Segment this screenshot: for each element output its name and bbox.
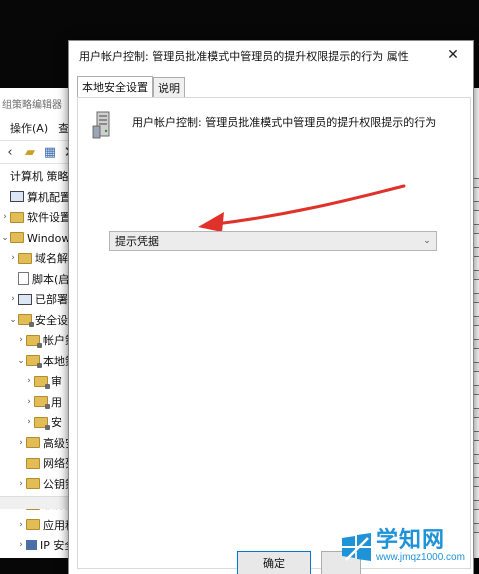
- tree-item[interactable]: › 高级安: [16, 433, 76, 453]
- watermark-url: www.jmqz1000.com: [376, 552, 465, 563]
- server-policy-icon: [92, 111, 110, 139]
- chevron-right-icon[interactable]: ›: [24, 397, 34, 407]
- folder-icon: [10, 232, 24, 243]
- tree-item[interactable]: › 用: [24, 392, 62, 412]
- tree-item[interactable]: ⌄ 本地策: [16, 351, 76, 371]
- folder-icon: [10, 211, 24, 223]
- folder-icon: [26, 519, 40, 530]
- red-arrow-annotation: [198, 184, 406, 232]
- chevron-right-icon[interactable]: ›: [16, 438, 26, 448]
- dialog-title: 用户帐户控制: 管理员批准模式中管理员的提升权限提示的行为 属性: [79, 50, 409, 63]
- tree-item[interactable]: › 帐户策: [16, 330, 76, 350]
- lock-icon: [18, 314, 34, 327]
- tree-item[interactable]: ›高级审: [16, 556, 76, 557]
- folder-up-icon[interactable]: ▰: [22, 144, 38, 160]
- dropdown-selected-value: 提示凭据: [115, 235, 159, 248]
- chevron-down-icon: ⌄: [423, 236, 431, 246]
- tree-item[interactable]: 算机配置: [0, 187, 71, 207]
- chevron-right-icon[interactable]: ›: [24, 417, 34, 427]
- lock-icon: [26, 355, 42, 368]
- pc-icon: [10, 191, 24, 202]
- chevron-right-icon[interactable]: ›: [24, 376, 34, 386]
- lock-icon: [34, 375, 50, 389]
- tree-item[interactable]: › 应用程: [16, 515, 76, 535]
- watermark-name: 学知网: [376, 528, 446, 553]
- ok-button[interactable]: 确定: [237, 551, 311, 574]
- pc-icon: [18, 293, 32, 305]
- tree-item-label: 安: [51, 416, 62, 429]
- elevation-prompt-dropdown[interactable]: 提示凭据 ⌄: [109, 231, 437, 251]
- chevron-right-icon[interactable]: ›: [16, 540, 26, 550]
- screen: 组策略编辑器 操作(A) 查 ‹ ▰ ▦ ✕ 计算机 策略算机配置›软件设置⌄W…: [0, 0, 479, 574]
- doc-icon: [18, 272, 29, 285]
- shield-icon: [26, 540, 37, 550]
- folder-icon: [26, 478, 40, 489]
- watermark-logo-icon: [342, 533, 371, 561]
- folder-icon: [26, 457, 40, 469]
- folder-icon: [18, 252, 32, 264]
- watermark: 学知网 www.jmqz1000.com: [338, 522, 476, 570]
- dialog-tabs: 本地安全设置 说明: [77, 76, 185, 97]
- tree-item-label: 计算机 策略: [10, 170, 69, 183]
- tree-item[interactable]: › IP 安全: [16, 535, 75, 555]
- tree-item[interactable]: 计算机 策略: [0, 166, 69, 186]
- tree-item-label: 用: [51, 395, 62, 409]
- tree-item[interactable]: › 安: [24, 412, 62, 432]
- tab-local-security-setting[interactable]: 本地安全设置: [77, 76, 153, 97]
- menu-action[interactable]: 操作(A): [10, 120, 48, 136]
- tab-panel: 用户帐户控制: 管理员批准模式中管理员的提升权限提示的行为 提示凭据 ⌄: [77, 97, 471, 569]
- lock-icon: [34, 396, 50, 409]
- chevron-down-icon[interactable]: ⌄: [16, 356, 26, 366]
- chevron-right-icon[interactable]: ›: [16, 335, 26, 345]
- chevron-down-icon[interactable]: ⌄: [8, 315, 18, 325]
- properties-dialog: 用户帐户控制: 管理员批准模式中管理员的提升权限提示的行为 属性 ✕ 本地安全设…: [68, 40, 474, 574]
- tree-item-label: 算机配置: [27, 190, 71, 204]
- back-icon[interactable]: ‹: [2, 144, 18, 160]
- chevron-right-icon[interactable]: ›: [8, 253, 18, 263]
- tree-item[interactable]: › 审: [24, 371, 62, 391]
- console-tree-icon[interactable]: ▦: [42, 144, 58, 160]
- chevron-right-icon[interactable]: ›: [16, 479, 26, 489]
- folder-icon: [26, 437, 40, 448]
- close-icon[interactable]: ✕: [443, 45, 463, 65]
- chevron-down-icon[interactable]: ⌄: [0, 233, 10, 243]
- policy-name: 用户帐户控制: 管理员批准模式中管理员的提升权限提示的行为: [132, 116, 437, 129]
- dialog-titlebar[interactable]: 用户帐户控制: 管理员批准模式中管理员的提升权限提示的行为 属性 ✕: [69, 41, 473, 71]
- tree-item[interactable]: › 软件设置: [0, 207, 71, 227]
- chevron-right-icon[interactable]: ›: [8, 294, 18, 304]
- tree-item[interactable]: 网络列: [16, 453, 76, 473]
- tree-item[interactable]: › 公钥策: [16, 474, 76, 494]
- chevron-right-icon[interactable]: ›: [0, 212, 10, 222]
- tab-explain[interactable]: 说明: [153, 77, 185, 97]
- tree-item-label: 软件设置: [27, 211, 71, 224]
- lock-icon: [34, 416, 50, 430]
- chevron-right-icon[interactable]: ›: [16, 520, 26, 530]
- lock-icon: [26, 334, 42, 348]
- tree-item-label: 审: [51, 375, 62, 388]
